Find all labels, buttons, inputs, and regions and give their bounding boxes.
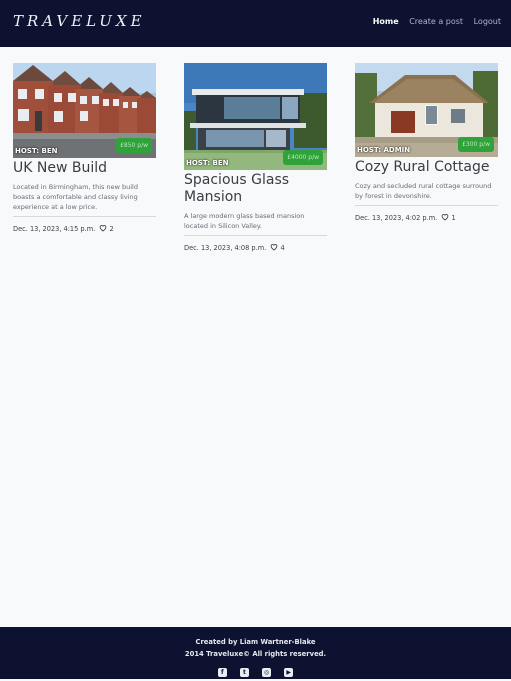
post-description: Located in Birmingham, this new build bo… xyxy=(13,183,138,211)
post-card[interactable]: HOST: ADMIN £300 p/w Cozy Rural Cottage … xyxy=(355,63,498,223)
post-card[interactable]: HOST: BEN £850 p/w UK New Build Located … xyxy=(13,63,156,234)
post-meta: Dec. 13, 2023, 4:02 p.m. 1 xyxy=(355,213,498,223)
post-meta: Dec. 13, 2023, 4:08 p.m. 4 xyxy=(184,243,327,253)
price-badge: £850 p/w xyxy=(116,138,152,153)
post-card[interactable]: HOST: BEN £4000 p/w Spacious Glass Mansi… xyxy=(184,63,327,253)
post-date: Dec. 13, 2023, 4:15 p.m. xyxy=(13,225,96,233)
nav-logout-link[interactable]: Logout xyxy=(474,17,501,26)
host-label: HOST: ADMIN xyxy=(357,146,411,154)
twitter-icon[interactable]: t xyxy=(239,668,249,677)
footer: Created by Liam Wartner-Blake 2014 Trave… xyxy=(0,627,511,679)
social-links: f t ◎ ▶ xyxy=(0,662,511,681)
heart-icon[interactable] xyxy=(441,213,449,223)
footer-credit: Created by Liam Wartner-Blake xyxy=(195,638,316,646)
post-title[interactable]: Cozy Rural Cottage xyxy=(355,159,498,176)
host-label: HOST: BEN xyxy=(15,147,58,155)
post-description: Cozy and secluded rural cottage surround… xyxy=(355,182,492,200)
post-description: A large modern glass based mansion locat… xyxy=(184,212,305,230)
brand-logo[interactable]: TRAVELUXE xyxy=(13,12,146,30)
facebook-icon[interactable]: f xyxy=(217,668,227,677)
host-label: HOST: BEN xyxy=(186,159,229,167)
footer-copyright: 2014 Traveluxe© All rights reserved. xyxy=(184,650,327,658)
like-count: 2 xyxy=(109,225,114,233)
post-title[interactable]: Spacious Glass Mansion xyxy=(184,172,327,206)
instagram-icon[interactable]: ◎ xyxy=(262,668,272,677)
divider xyxy=(184,235,327,236)
like-count: 1 xyxy=(451,214,456,222)
like-count: 4 xyxy=(280,244,285,252)
divider xyxy=(13,216,156,217)
youtube-icon[interactable]: ▶ xyxy=(284,668,294,677)
post-date: Dec. 13, 2023, 4:08 p.m. xyxy=(184,244,267,252)
post-date: Dec. 13, 2023, 4:02 p.m. xyxy=(355,214,438,222)
post-image[interactable]: HOST: BEN £4000 p/w xyxy=(184,63,327,170)
price-badge: £300 p/w xyxy=(458,137,494,152)
nav-create-post-link[interactable]: Create a post xyxy=(409,17,463,26)
heart-icon[interactable] xyxy=(99,224,107,234)
post-image[interactable]: HOST: ADMIN £300 p/w xyxy=(355,63,498,157)
price-badge: £4000 p/w xyxy=(283,150,323,165)
nav-links: Home Create a post Logout xyxy=(365,17,501,26)
navbar: TRAVELUXE Home Create a post Logout xyxy=(0,0,511,47)
divider xyxy=(355,205,498,206)
heart-icon[interactable] xyxy=(270,243,278,253)
post-title[interactable]: UK New Build xyxy=(13,160,156,177)
post-meta: Dec. 13, 2023, 4:15 p.m. 2 xyxy=(13,224,156,234)
nav-home-link[interactable]: Home xyxy=(373,17,399,26)
post-image[interactable]: HOST: BEN £850 p/w xyxy=(13,63,156,158)
